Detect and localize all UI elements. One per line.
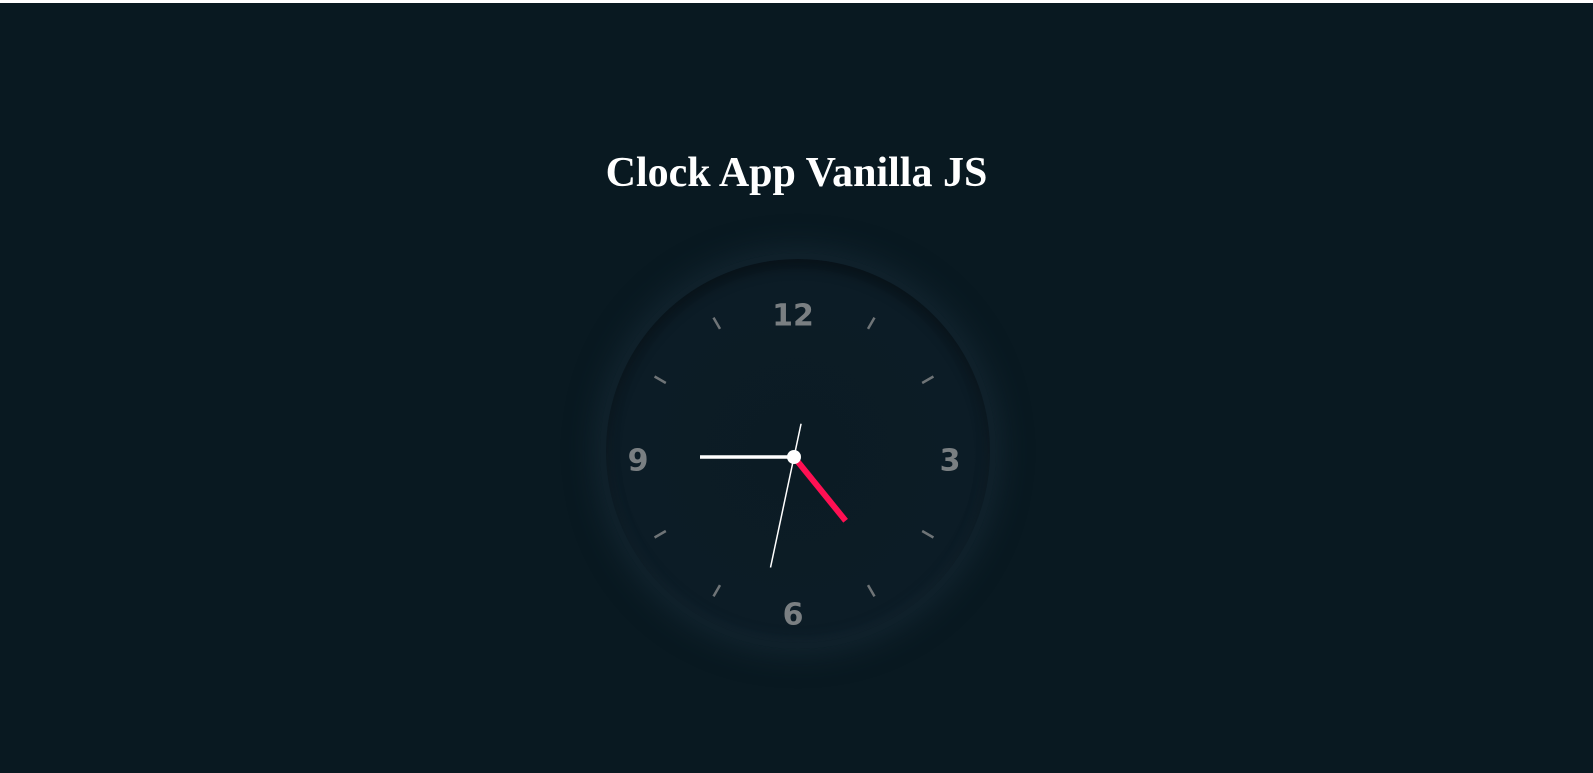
app-background: Clock App Vanilla JS 12 3 6 9	[0, 3, 1593, 773]
tick-mark	[866, 316, 876, 330]
tick-mark	[653, 375, 667, 385]
number-3: 3	[940, 444, 961, 479]
clock-dial: 12 3 6 9	[628, 299, 961, 633]
clock-face: 12 3 6 9	[600, 253, 996, 649]
page-title: Clock App Vanilla JS	[605, 150, 988, 196]
number-12: 12	[772, 299, 814, 334]
tick-mark	[921, 529, 935, 539]
tick-mark	[653, 529, 667, 539]
tick-mark	[712, 316, 722, 330]
tick-mark	[866, 584, 876, 598]
tick-mark	[712, 584, 722, 598]
second-hand	[769, 423, 802, 568]
number-6: 6	[783, 598, 804, 633]
tick-mark	[921, 375, 935, 385]
hour-hand	[791, 455, 848, 523]
center-pin	[787, 450, 801, 464]
number-9: 9	[628, 444, 649, 479]
